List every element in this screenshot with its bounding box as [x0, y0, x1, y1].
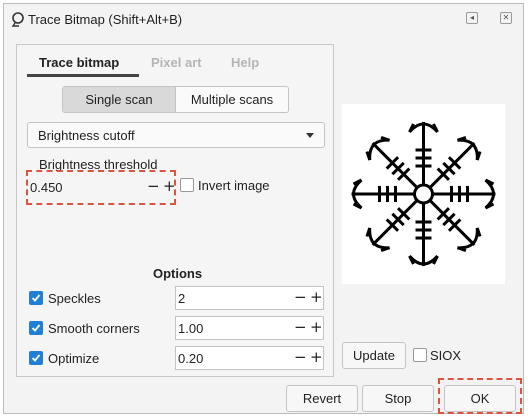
- speckles-field[interactable]: 2 − +: [175, 286, 324, 310]
- threshold-highlight: [26, 170, 176, 205]
- speckles-label: Speckles: [48, 291, 101, 306]
- optimize-checkbox[interactable]: [29, 351, 43, 365]
- checkmark-icon: [31, 324, 41, 332]
- trace-options-panel: Trace bitmap Pixel art Help Single scan …: [16, 44, 334, 377]
- siox-checkbox[interactable]: [413, 348, 427, 362]
- checkmark-icon: [31, 354, 41, 362]
- tab-bar: Trace bitmap Pixel art Help: [17, 45, 333, 77]
- trace-bitmap-dialog: Trace Bitmap (Shift+Alt+B) ◂ ✕ Trace bit…: [3, 3, 524, 414]
- title-bar[interactable]: Trace Bitmap (Shift+Alt+B) ◂ ✕: [4, 4, 523, 34]
- speckles-checkbox[interactable]: [29, 291, 43, 305]
- speckles-increment-button[interactable]: +: [310, 288, 323, 306]
- trace-preview: [342, 104, 505, 284]
- stop-button[interactable]: Stop: [362, 385, 434, 412]
- speckles-decrement-button[interactable]: −: [294, 288, 307, 306]
- update-button[interactable]: Update: [342, 342, 406, 369]
- active-tab-indicator: [27, 74, 139, 77]
- ok-highlight: [438, 378, 522, 414]
- invert-image-label: Invert image: [198, 178, 270, 193]
- window-title: Trace Bitmap (Shift+Alt+B): [28, 12, 183, 27]
- close-icon[interactable]: ✕: [500, 12, 512, 24]
- options-heading: Options: [153, 266, 203, 281]
- optimize-increment-button[interactable]: +: [310, 348, 323, 366]
- trace-bitmap-icon: [11, 12, 24, 27]
- smooth-corners-value: 1.00: [178, 321, 204, 336]
- smooth-corners-increment-button[interactable]: +: [310, 318, 323, 336]
- optimize-field[interactable]: 0.20 − +: [175, 346, 324, 370]
- invert-image-checkbox[interactable]: [180, 178, 194, 192]
- revert-button[interactable]: Revert: [286, 385, 358, 412]
- detection-mode-dropdown[interactable]: Brightness cutoff: [27, 122, 325, 148]
- chevron-down-icon: [306, 133, 314, 138]
- siox-label: SIOX: [430, 348, 462, 363]
- scan-mode-toggle: Single scan Multiple scans: [62, 86, 289, 113]
- optimize-value: 0.20: [178, 351, 204, 366]
- detection-mode-value: Brightness cutoff: [38, 128, 135, 143]
- speckles-value: 2: [178, 291, 186, 306]
- optimize-decrement-button[interactable]: −: [294, 348, 307, 366]
- multiple-scans-button[interactable]: Multiple scans: [176, 87, 288, 112]
- tab-pixel-art[interactable]: Pixel art: [151, 55, 202, 70]
- smooth-corners-checkbox[interactable]: [29, 321, 43, 335]
- tab-trace-bitmap[interactable]: Trace bitmap: [39, 55, 119, 70]
- checkmark-icon: [31, 294, 41, 302]
- restore-icon[interactable]: ◂: [466, 12, 478, 24]
- single-scan-button[interactable]: Single scan: [63, 87, 176, 112]
- optimize-label: Optimize: [48, 351, 100, 366]
- smooth-corners-field[interactable]: 1.00 − +: [175, 316, 324, 340]
- tab-help[interactable]: Help: [231, 55, 259, 70]
- smooth-corners-decrement-button[interactable]: −: [294, 318, 307, 336]
- aegishjalmur-preview-image: [350, 122, 497, 268]
- smooth-corners-label: Smooth corners: [48, 321, 140, 336]
